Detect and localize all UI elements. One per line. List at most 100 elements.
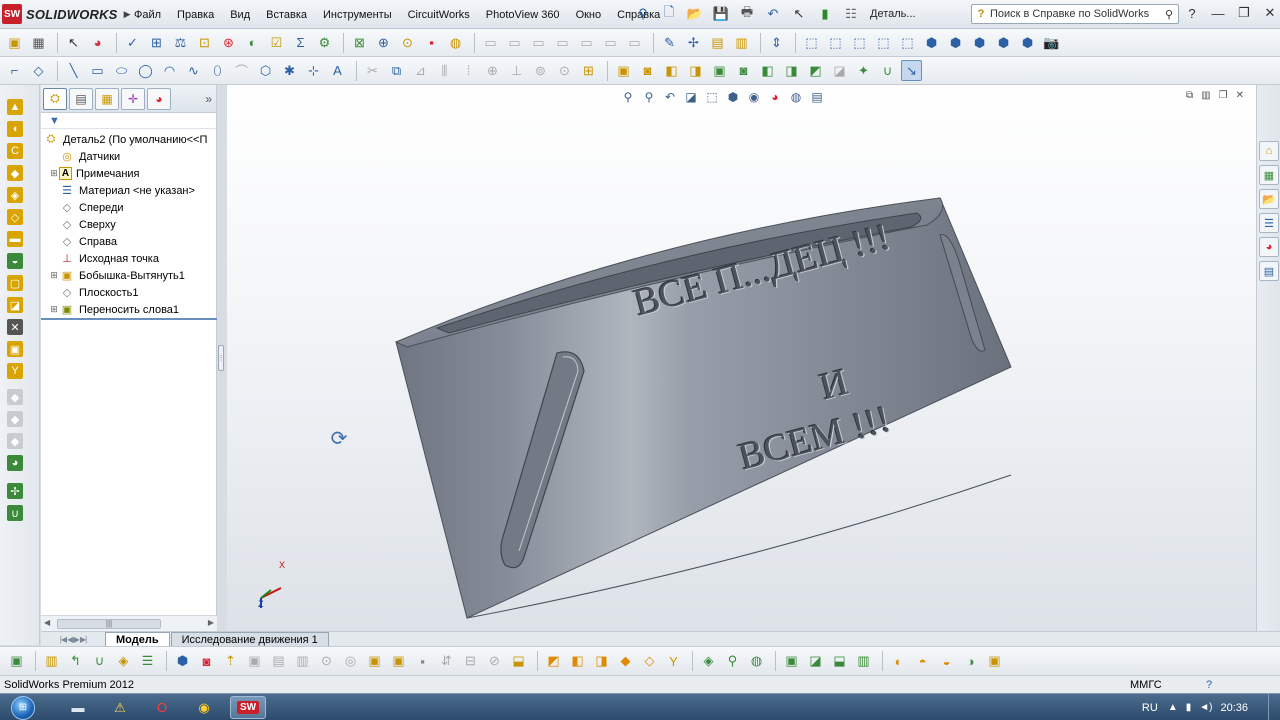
text-icon[interactable]: A (327, 60, 348, 81)
toolbar-icon[interactable]: ◧ (567, 651, 588, 672)
status-units[interactable]: ММГС (1130, 679, 1162, 691)
search-results-icon[interactable]: ☰ (1259, 213, 1279, 233)
intersect-icon[interactable]: ◕ (7, 455, 23, 471)
taskbar-app-icon[interactable]: ▬ (60, 696, 96, 719)
toolbar-icon[interactable]: ▪ (412, 651, 433, 672)
menu-window[interactable]: Окно (568, 9, 610, 21)
reference-geometry-icon[interactable]: ✢ (7, 483, 23, 499)
toolbar-icon[interactable]: ⇡ (220, 651, 241, 672)
menu-tools[interactable]: Инструменты (315, 9, 400, 21)
toolbar-icon[interactable]: ◈ (698, 651, 719, 672)
standard-view-icon[interactable]: ⬚ (897, 32, 918, 53)
curves-icon[interactable]: ∪ (877, 60, 898, 81)
extrude-boss-icon[interactable]: ▣ (613, 60, 634, 81)
camera-icon[interactable]: 📷 (1041, 32, 1062, 53)
pattern-icon[interactable]: ⁞ (458, 60, 479, 81)
horizontal-scrollbar[interactable]: ◀ ||| ▶ (41, 615, 217, 631)
sketch-tool-icon[interactable]: ✢ (683, 32, 704, 53)
equations-icon[interactable]: Σ (290, 32, 311, 53)
select-icon[interactable]: ↖ (63, 32, 84, 53)
scroll-left-icon[interactable]: ◀ (44, 618, 50, 627)
rollback-bar[interactable] (41, 318, 217, 320)
macro-icon[interactable]: ⚙ (314, 32, 335, 53)
toolbar-icon[interactable]: ▣ (388, 651, 409, 672)
toolbar-icon[interactable]: ⬓ (829, 651, 850, 672)
rebuild-icon[interactable]: ▮ (814, 4, 836, 24)
arc-icon[interactable]: ◠ (159, 60, 180, 81)
toolbar-icon[interactable]: ⊟ (460, 651, 481, 672)
expand-icon[interactable]: ⊞ (49, 270, 59, 281)
extrude-boss-icon[interactable]: ▲ (7, 99, 23, 115)
toolbar-icon[interactable]: ⊙ (316, 651, 337, 672)
toolbar-icon[interactable]: ⊘ (484, 651, 505, 672)
toolbar-icon[interactable]: ⬢ (172, 651, 193, 672)
undercut-icon[interactable]: ☑ (266, 32, 287, 53)
chamfer-icon[interactable]: ◪ (829, 60, 850, 81)
draft-icon[interactable]: ◐ (242, 32, 263, 53)
toolbar-icon[interactable]: ▣ (984, 651, 1005, 672)
relations-icon[interactable]: ⊥ (506, 60, 527, 81)
dimxpert-tab-icon[interactable]: ✛ (121, 87, 145, 110)
taskbar-solidworks-icon[interactable]: SW (230, 696, 266, 719)
expand-icon[interactable]: ⊞ (49, 304, 59, 315)
toolbar-icon[interactable]: ▣ (4, 32, 25, 53)
move-icon[interactable]: ⇕ (766, 32, 787, 53)
toolbar-icon[interactable]: ▦ (28, 32, 49, 53)
standard-view-icon[interactable]: ⬚ (825, 32, 846, 53)
toolbar-icon[interactable]: ◎ (340, 651, 361, 672)
offset-icon[interactable]: ⊿ (410, 60, 431, 81)
thicken-icon[interactable]: ◇ (7, 209, 23, 225)
line-icon[interactable]: ╲ (63, 60, 84, 81)
tray-expand-icon[interactable]: ▲ (1168, 702, 1178, 713)
toolbar-icon[interactable]: ∪ (89, 651, 110, 672)
print-icon[interactable]: 🖶 (736, 4, 758, 24)
toolbar-icon[interactable]: ◙ (196, 651, 217, 672)
panel-splitter[interactable]: ⋮ (217, 85, 227, 631)
smart-dimension-icon[interactable]: ◇ (28, 60, 49, 81)
toolbar-icon[interactable]: ▥ (292, 651, 313, 672)
toolbar-icon[interactable]: ▤ (268, 651, 289, 672)
expand-icon[interactable]: ⊞ (49, 168, 59, 179)
tree-item-annotations[interactable]: ⊞ A Примечания (41, 165, 216, 182)
menu-photoview[interactable]: PhotoView 360 (478, 9, 568, 21)
revolve-boss-icon[interactable]: ◖ (7, 121, 23, 137)
menu-edit[interactable]: Правка (169, 9, 222, 21)
configuration-tab-icon[interactable]: ▦ (95, 87, 119, 110)
start-button[interactable]: ⊞ (3, 694, 43, 720)
revolve-cut-icon[interactable]: ◙ (733, 60, 754, 81)
sweep-cut-icon[interactable]: ◧ (757, 60, 778, 81)
feature-tree-tab-icon[interactable]: ⛭ (43, 87, 67, 110)
loft-boss-icon[interactable]: ◆ (7, 165, 23, 181)
tree-item-wrap[interactable]: ⊞ ▣ Переносить слова1 (41, 301, 216, 318)
close-icon[interactable]: ✕ (1258, 3, 1280, 23)
dome-icon[interactable]: ◒ (7, 253, 23, 269)
more-tabs-icon[interactable]: » (205, 92, 212, 106)
view-icon[interactable]: ▭ (528, 32, 549, 53)
view-icon[interactable]: ▭ (624, 32, 645, 53)
menu-file[interactable]: Файл (126, 9, 169, 21)
appearances-icon[interactable]: ◕ (1259, 237, 1279, 257)
standard-view-icon[interactable]: ⬚ (849, 32, 870, 53)
tree-item-front-plane[interactable]: ◇ Спереди (41, 199, 216, 216)
ring-model[interactable] (227, 85, 1256, 631)
view-icon[interactable]: ▭ (600, 32, 621, 53)
spelling-icon[interactable]: ✓ (122, 32, 143, 53)
language-indicator[interactable]: RU (1142, 702, 1158, 714)
quick-snaps-icon[interactable]: ⊙ (554, 60, 575, 81)
spline-icon[interactable]: ∿ (183, 60, 204, 81)
sketch-tool-icon[interactable]: ▤ (707, 32, 728, 53)
sketch-icon[interactable]: ⌐ (4, 60, 25, 81)
undo-icon[interactable]: ↶ (762, 4, 784, 24)
view-icon[interactable]: ▭ (552, 32, 573, 53)
custom-properties-icon[interactable]: ▤ (1259, 261, 1279, 281)
extrude-cut-icon[interactable]: ▣ (709, 60, 730, 81)
toolbar-icon[interactable]: ◆ (615, 651, 636, 672)
scroll-right-icon[interactable]: ▶ (208, 618, 214, 627)
collapse-panel-icon[interactable]: ⋮ (218, 345, 225, 371)
polygon-icon[interactable]: ⬡ (255, 60, 276, 81)
help-dropdown-icon[interactable]: ? (1180, 3, 1204, 23)
graphics-area[interactable]: ⚲ ⚲ ↶ ◪ ⬚ ⬢ ◉ ◕ ◍ ▤ ⧉ ▥ ❐ ✕ ВСЕ П...ДЕЦ … (227, 85, 1256, 631)
mass-props-icon[interactable]: ⚖ (170, 32, 191, 53)
file-explorer-icon[interactable]: 📂 (1259, 189, 1279, 209)
rapid-sketch-icon[interactable]: ⊞ (578, 60, 599, 81)
